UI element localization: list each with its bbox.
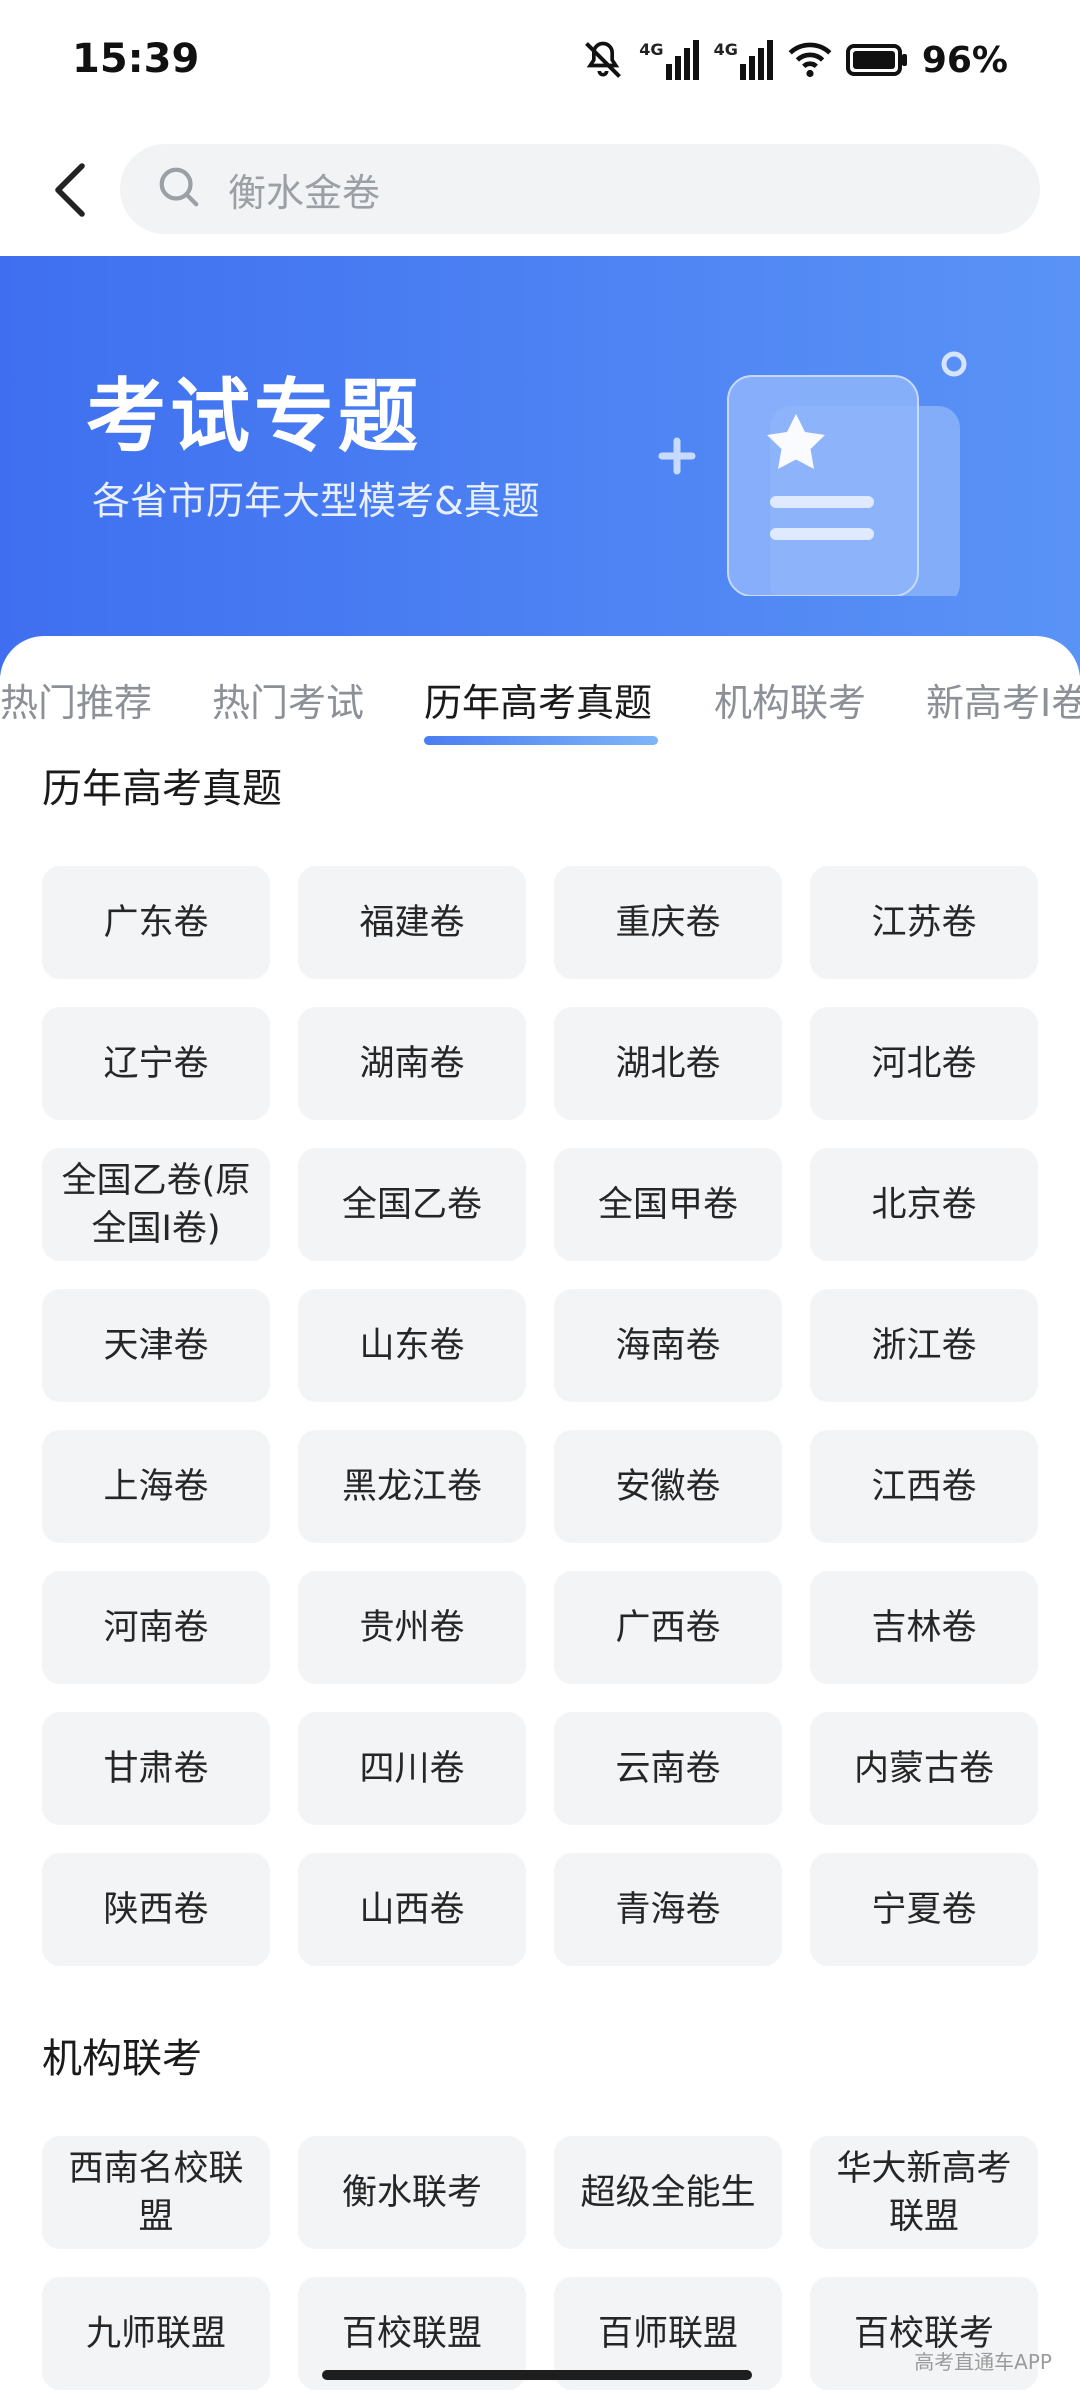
- mute-icon: [581, 38, 625, 82]
- paper-chip[interactable]: 辽宁卷: [42, 1007, 270, 1120]
- chevron-left-icon: [50, 162, 90, 222]
- paper-chip[interactable]: 重庆卷: [554, 866, 782, 979]
- document-star-icon: [650, 296, 990, 606]
- paper-chip[interactable]: 天津卷: [42, 1289, 270, 1402]
- paper-chip[interactable]: 江苏卷: [810, 866, 1038, 979]
- institution-chip[interactable]: 华大新高考联盟: [810, 2136, 1038, 2249]
- paper-chip[interactable]: 黑龙江卷: [298, 1430, 526, 1543]
- paper-chip[interactable]: 江西卷: [810, 1430, 1038, 1543]
- paper-chip[interactable]: 湖北卷: [554, 1007, 782, 1120]
- category-tabs: 热门推荐 热门考试 历年高考真题 机构联考 新高考I卷: [0, 636, 1080, 746]
- paper-chip[interactable]: 山东卷: [298, 1289, 526, 1402]
- paper-chip[interactable]: 全国甲卷: [554, 1148, 782, 1261]
- section-title: 历年高考真题: [42, 766, 282, 812]
- tab-hot-exams[interactable]: 热门考试: [212, 672, 364, 727]
- section-title: 机构联考: [42, 2036, 202, 2082]
- paper-chip[interactable]: 青海卷: [554, 1853, 782, 1966]
- paper-chip[interactable]: 四川卷: [298, 1712, 526, 1825]
- paper-chip[interactable]: 河南卷: [42, 1571, 270, 1684]
- back-button[interactable]: [30, 152, 110, 232]
- paper-chip[interactable]: 吉林卷: [810, 1571, 1038, 1684]
- banner-title: 考试专题: [86, 370, 422, 463]
- status-bar: 15:39 4G 4G 96%: [0, 0, 1080, 128]
- tab-past-gaokao[interactable]: 历年高考真题: [424, 672, 652, 727]
- home-indicator[interactable]: [322, 2370, 752, 2380]
- paper-chip[interactable]: 广西卷: [554, 1571, 782, 1684]
- status-time: 15:39: [72, 36, 200, 82]
- active-tab-indicator: [424, 736, 658, 745]
- paper-chip[interactable]: 全国乙卷: [298, 1148, 526, 1261]
- paper-chip[interactable]: 甘肃卷: [42, 1712, 270, 1825]
- paper-chip[interactable]: 山西卷: [298, 1853, 526, 1966]
- exam-topic-banner: 考试专题 各省市历年大型模考&真题: [0, 256, 1080, 676]
- paper-chip[interactable]: 福建卷: [298, 866, 526, 979]
- paper-chip[interactable]: 内蒙古卷: [810, 1712, 1038, 1825]
- signal-icon-sim2: 4G: [714, 40, 774, 80]
- paper-chip[interactable]: 贵州卷: [298, 1571, 526, 1684]
- search-placeholder: 衡水金卷: [228, 170, 381, 215]
- paper-grid: 广东卷 福建卷 重庆卷 江苏卷辽宁卷 湖南卷 湖北卷 河北卷全国乙卷(原全国I卷) 全国乙卷全…: [42, 866, 1038, 1966]
- paper-chip[interactable]: 宁夏卷: [810, 1853, 1038, 1966]
- top-bar: 衡水金卷: [0, 128, 1080, 256]
- tab-new-gaokao[interactable]: 新高考I卷: [926, 672, 1080, 727]
- paper-chip[interactable]: 浙江卷: [810, 1289, 1038, 1402]
- watermark: 高考直通车APP: [914, 2350, 1052, 2374]
- institution-chip[interactable]: 九师联盟: [42, 2277, 270, 2390]
- battery-percent: 96%: [921, 39, 1008, 81]
- paper-chip[interactable]: 海南卷: [554, 1289, 782, 1402]
- institution-chip[interactable]: 西南名校联盟: [42, 2136, 270, 2249]
- signal-icon-sim1: 4G: [639, 40, 699, 80]
- paper-chip[interactable]: 湖南卷: [298, 1007, 526, 1120]
- content-panel: 热门推荐 热门考试 历年高考真题 机构联考 新高考I卷 历年高考真题 广东卷 福建…: [0, 636, 1080, 2400]
- institution-chip[interactable]: 超级全能生: [554, 2136, 782, 2249]
- search-input[interactable]: 衡水金卷: [120, 144, 1040, 234]
- institution-chip[interactable]: 衡水联考: [298, 2136, 526, 2249]
- paper-chip[interactable]: 陕西卷: [42, 1853, 270, 1966]
- paper-chip[interactable]: 上海卷: [42, 1430, 270, 1543]
- paper-chip[interactable]: 河北卷: [810, 1007, 1038, 1120]
- paper-chip[interactable]: 云南卷: [554, 1712, 782, 1825]
- institution-grid: 西南名校联盟 衡水联考 超级全能生 华大新高考联盟 九师联盟 百校联盟 百师联盟 百校联考: [42, 2136, 1038, 2390]
- tab-joint-exams[interactable]: 机构联考: [714, 672, 866, 727]
- paper-chip[interactable]: 全国乙卷(原全国I卷): [42, 1148, 270, 1261]
- paper-chip[interactable]: 北京卷: [810, 1148, 1038, 1261]
- paper-chip[interactable]: 广东卷: [42, 866, 270, 979]
- battery-icon: [845, 44, 908, 76]
- paper-chip[interactable]: 安徽卷: [554, 1430, 782, 1543]
- banner-subtitle: 各省市历年大型模考&真题: [92, 479, 540, 523]
- tab-hot-recommend[interactable]: 热门推荐: [0, 672, 152, 727]
- status-icons: 4G 4G 96%: [581, 34, 1008, 86]
- wifi-icon: [788, 42, 832, 78]
- search-icon: [156, 164, 202, 214]
